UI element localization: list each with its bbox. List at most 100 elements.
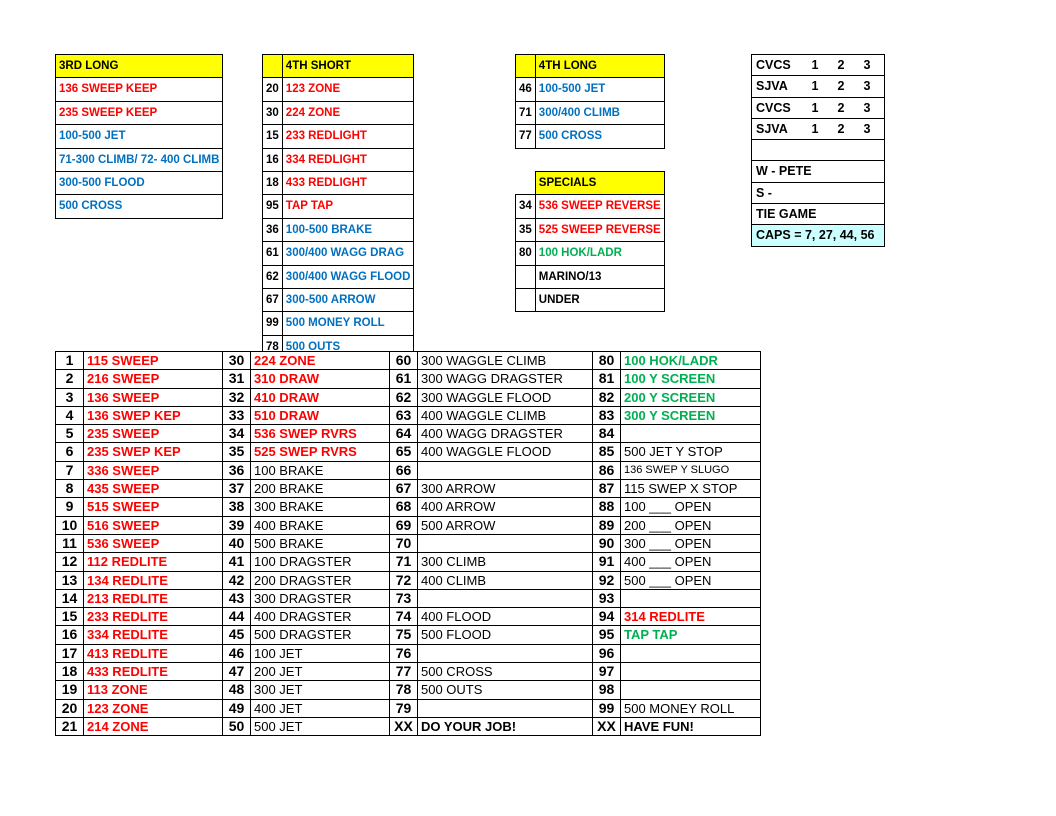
fourth-short-play-8[interactable]: 300/400 WAGG FLOOD (281, 264, 415, 290)
specials-play-0[interactable]: 536 SWEEP REVERSE (534, 194, 665, 219)
callsheet-play-2-17[interactable]: 200 JET (250, 662, 390, 682)
callsheet-play-4-20[interactable]: HAVE FUN! (620, 716, 761, 737)
down-number-0-0[interactable]: 1 (802, 56, 828, 75)
callsheet-play-1-17[interactable]: 433 REDLITE (83, 662, 223, 682)
down-number-2-0[interactable]: 1 (802, 98, 828, 117)
callsheet-play-3-6[interactable] (417, 460, 593, 481)
callsheet-play-3-14[interactable]: 400 FLOOD (417, 607, 593, 627)
down-number-1-1[interactable]: 2 (828, 77, 854, 96)
callsheet-play-4-7[interactable]: 115 SWEP X STOP (620, 479, 761, 499)
callsheet-play-1-13[interactable]: 213 REDLITE (83, 588, 223, 609)
third-long-play-3[interactable]: 71-300 CLIMB/ 72- 400 CLIMB (54, 147, 224, 173)
callsheet-play-3-16[interactable] (417, 643, 593, 664)
specials-play-3[interactable]: MARINO/13 (534, 264, 665, 290)
callsheet-play-1-3[interactable]: 136 SWEP KEP (83, 405, 223, 426)
callsheet-play-2-6[interactable]: 100 BRAKE (250, 460, 390, 481)
third-long-play-0[interactable]: 136 SWEEP KEEP (54, 77, 224, 102)
callsheet-play-3-5[interactable]: 400 WAGGLE FLOOD (417, 442, 593, 462)
callsheet-play-4-13[interactable] (620, 588, 761, 609)
callsheet-play-2-11[interactable]: 100 DRAGSTER (250, 552, 390, 572)
third-long-play-1[interactable]: 235 SWEEP KEEP (54, 100, 224, 126)
callsheet-play-3-12[interactable]: 400 CLIMB (417, 570, 593, 590)
fourth-short-play-0[interactable]: 123 ZONE (281, 77, 415, 102)
down-tracker-1[interactable]: SJVA 1 2 3 (751, 75, 885, 98)
fourth-short-play-9[interactable]: 300-500 ARROW (281, 288, 415, 313)
callsheet-play-2-4[interactable]: 536 SWEP RVRS (250, 424, 390, 444)
callsheet-play-4-16[interactable] (620, 643, 761, 664)
callsheet-play-1-11[interactable]: 112 REDLITE (83, 552, 223, 572)
callsheet-play-3-0[interactable]: 300 WAGGLE CLIMB (417, 350, 593, 371)
sun-note[interactable]: S - (751, 181, 885, 205)
down-tracker-0[interactable]: CVCS 1 2 3 (751, 53, 885, 77)
callsheet-play-4-15[interactable]: TAP TAP (620, 625, 761, 645)
callsheet-play-2-7[interactable]: 200 BRAKE (250, 479, 390, 499)
fourth-short-play-2[interactable]: 233 REDLIGHT (281, 124, 415, 149)
callsheet-play-4-5[interactable]: 500 JET Y STOP (620, 442, 761, 462)
down-tracker-2[interactable]: CVCS 1 2 3 (751, 96, 885, 119)
down-number-2-2[interactable]: 3 (854, 98, 880, 117)
callsheet-play-3-4[interactable]: 400 WAGG DRAGSTER (417, 424, 593, 444)
callsheet-play-3-18[interactable]: 500 OUTS (417, 680, 593, 700)
callsheet-play-3-7[interactable]: 300 ARROW (417, 479, 593, 499)
down-number-3-2[interactable]: 3 (854, 119, 880, 138)
callsheet-play-2-9[interactable]: 400 BRAKE (250, 515, 390, 535)
fourth-short-play-5[interactable]: TAP TAP (281, 194, 415, 219)
wind-note[interactable]: W - PETE (751, 160, 885, 183)
callsheet-play-3-1[interactable]: 300 WAGG DRAGSTER (417, 369, 593, 389)
callsheet-play-1-8[interactable]: 515 SWEEP (83, 497, 223, 517)
down-number-3-1[interactable]: 2 (828, 119, 854, 138)
down-number-1-0[interactable]: 1 (802, 77, 828, 96)
specials-play-1[interactable]: 525 SWEEP REVERSE (534, 217, 665, 243)
down-number-2-1[interactable]: 2 (828, 98, 854, 117)
callsheet-play-3-17[interactable]: 500 CROSS (417, 662, 593, 682)
down-number-0-1[interactable]: 2 (828, 56, 854, 75)
callsheet-play-1-18[interactable]: 113 ZONE (83, 680, 223, 700)
callsheet-play-4-18[interactable] (620, 680, 761, 700)
callsheet-play-2-3[interactable]: 510 DRAW (250, 405, 390, 426)
callsheet-play-1-19[interactable]: 123 ZONE (83, 698, 223, 718)
callsheet-play-3-20[interactable]: DO YOUR JOB! (417, 716, 593, 737)
callsheet-play-2-0[interactable]: 224 ZONE (250, 350, 390, 371)
callsheet-play-1-5[interactable]: 235 SWEP KEP (83, 442, 223, 462)
callsheet-play-3-10[interactable] (417, 533, 593, 554)
down-number-3-0[interactable]: 1 (802, 119, 828, 138)
callsheet-play-4-9[interactable]: 200 ___ OPEN (620, 515, 761, 535)
callsheet-play-1-4[interactable]: 235 SWEEP (83, 424, 223, 444)
callsheet-play-1-14[interactable]: 233 REDLITE (83, 607, 223, 627)
callsheet-play-2-13[interactable]: 300 DRAGSTER (250, 588, 390, 609)
callsheet-play-2-10[interactable]: 500 BRAKE (250, 533, 390, 554)
callsheet-play-4-1[interactable]: 100 Y SCREEN (620, 369, 761, 389)
callsheet-play-1-9[interactable]: 516 SWEEP (83, 515, 223, 535)
fourth-long-play-2[interactable]: 500 CROSS (534, 124, 665, 149)
callsheet-play-1-16[interactable]: 413 REDLITE (83, 643, 223, 664)
callsheet-play-4-0[interactable]: 100 HOK/LADR (620, 350, 761, 371)
fourth-short-play-1[interactable]: 224 ZONE (281, 100, 415, 126)
callsheet-play-4-8[interactable]: 100 ___ OPEN (620, 497, 761, 517)
callsheet-play-3-19[interactable] (417, 698, 593, 718)
fourth-short-play-4[interactable]: 433 REDLIGHT (281, 171, 415, 196)
specials-play-4[interactable]: UNDER (534, 288, 665, 313)
fourth-long-play-1[interactable]: 300/400 CLIMB (534, 100, 665, 126)
third-long-play-5[interactable]: 500 CROSS (54, 194, 224, 219)
callsheet-play-1-10[interactable]: 536 SWEEP (83, 533, 223, 554)
tie-game-note[interactable]: TIE GAME (751, 203, 885, 226)
callsheet-play-1-6[interactable]: 336 SWEEP (83, 460, 223, 481)
callsheet-play-4-3[interactable]: 300 Y SCREEN (620, 405, 761, 426)
callsheet-play-2-16[interactable]: 100 JET (250, 643, 390, 664)
callsheet-play-4-2[interactable]: 200 Y SCREEN (620, 387, 761, 407)
third-long-play-2[interactable]: 100-500 JET (54, 124, 224, 149)
callsheet-play-2-14[interactable]: 400 DRAGSTER (250, 607, 390, 627)
callsheet-play-2-15[interactable]: 500 DRAGSTER (250, 625, 390, 645)
callsheet-play-4-12[interactable]: 500 ___ OPEN (620, 570, 761, 590)
callsheet-play-2-19[interactable]: 400 JET (250, 698, 390, 718)
callsheet-play-1-20[interactable]: 214 ZONE (83, 716, 223, 737)
callsheet-play-4-6[interactable]: 136 SWEP Y SLUGO (620, 460, 761, 481)
callsheet-play-3-8[interactable]: 400 ARROW (417, 497, 593, 517)
callsheet-play-4-10[interactable]: 300 ___ OPEN (620, 533, 761, 554)
callsheet-play-2-12[interactable]: 200 DRAGSTER (250, 570, 390, 590)
caps-note[interactable]: CAPS = 7, 27, 44, 56 (751, 224, 885, 247)
fourth-short-play-10[interactable]: 500 MONEY ROLL (281, 311, 415, 336)
callsheet-play-3-15[interactable]: 500 FLOOD (417, 625, 593, 645)
down-tracker-3[interactable]: SJVA 1 2 3 (751, 117, 885, 141)
callsheet-play-1-15[interactable]: 334 REDLITE (83, 625, 223, 645)
